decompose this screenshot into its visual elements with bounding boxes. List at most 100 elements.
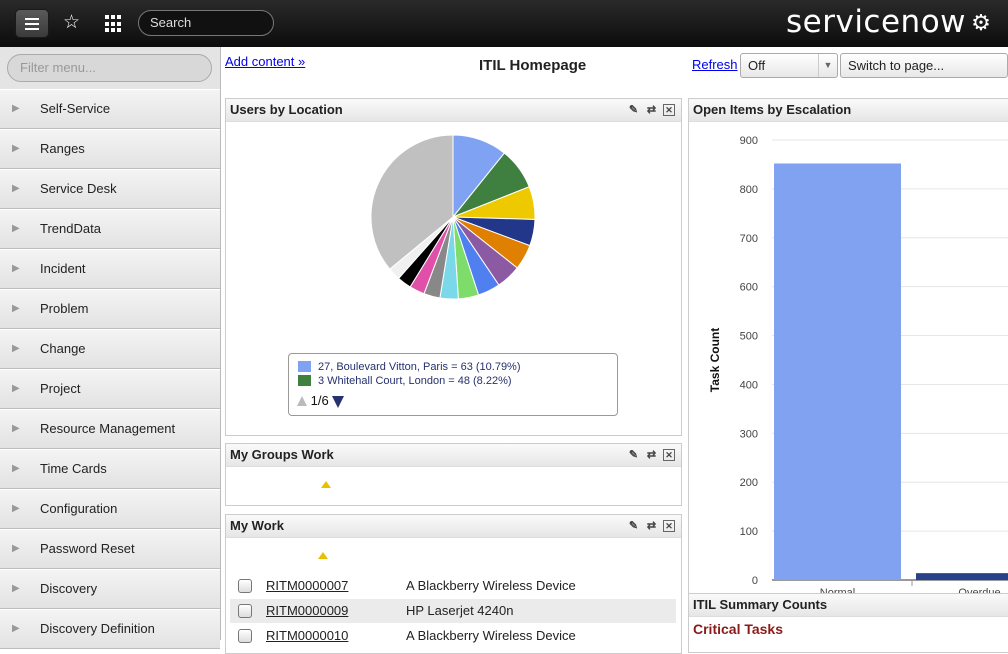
- sidebar-item-discovery[interactable]: ▶ Discovery: [0, 569, 220, 609]
- close-icon[interactable]: ✕: [663, 449, 675, 461]
- y-tick-label: 900: [740, 135, 758, 147]
- y-tick-label: 700: [740, 233, 758, 245]
- sidebar-item-discovery-definition[interactable]: ▶ Discovery Definition: [0, 609, 220, 649]
- panel-title: Open Items by Escalation: [693, 102, 852, 117]
- edit-icon[interactable]: ✎: [627, 99, 640, 121]
- table-row[interactable]: RITM0000009 HP Laserjet 4240n: [230, 599, 676, 623]
- expand-arrow-icon: ▶: [12, 343, 20, 354]
- sidebar-item-label: Problem: [40, 301, 89, 316]
- sidebar-item-label: Resource Management: [40, 421, 176, 436]
- refresh-icon[interactable]: ⇄: [645, 515, 658, 537]
- sidebar-item-label: Discovery: [40, 581, 98, 596]
- sidebar-item-trenddata[interactable]: ▶ TrendData: [0, 209, 220, 249]
- y-tick-label: 0: [752, 575, 758, 587]
- sidebar-item-label: Discovery Definition: [40, 621, 155, 636]
- page-title: ITIL Homepage: [479, 57, 587, 74]
- record-description: A Blackberry Wireless Device: [406, 578, 576, 593]
- gear-icon[interactable]: ⚙: [970, 12, 992, 34]
- refresh-icon[interactable]: ⇄: [645, 99, 658, 121]
- sidebar-item-change[interactable]: ▶ Change: [0, 329, 220, 369]
- panel-title: Users by Location: [230, 102, 343, 117]
- table-row[interactable]: RITM0000007 A Blackberry Wireless Device: [230, 574, 676, 598]
- refresh-select[interactable]: Off ▼: [740, 53, 838, 78]
- apps-grid-icon[interactable]: [105, 15, 123, 33]
- expand-arrow-icon: ▶: [12, 503, 20, 514]
- sidebar-item-label: Password Reset: [40, 541, 135, 556]
- y-tick-label: 100: [740, 526, 758, 538]
- page-down-icon[interactable]: [331, 396, 344, 408]
- sidebar-item-self-service[interactable]: ▶ Self-Service: [0, 89, 220, 129]
- expand-arrow-icon: ▶: [12, 583, 20, 594]
- panel-title: My Work: [230, 518, 284, 533]
- expand-arrow-icon: ▶: [12, 263, 20, 274]
- table-row[interactable]: RITM0000010 A Blackberry Wireless Device: [230, 624, 676, 648]
- record-link[interactable]: RITM0000010: [266, 624, 348, 648]
- panel-header: Open Items by Escalation: [689, 99, 1008, 122]
- expand-arrow-icon: ▶: [12, 183, 20, 194]
- legend-item: 27, Boulevard Vitton, Paris = 63 (10.79%…: [298, 360, 521, 374]
- sidebar-item-label: Incident: [40, 261, 86, 276]
- sidebar-item-label: Change: [40, 341, 86, 356]
- switch-page-value: Switch to page...: [848, 58, 945, 73]
- sidebar-item-password-reset[interactable]: ▶ Password Reset: [0, 529, 220, 569]
- page-up-icon[interactable]: [297, 396, 307, 406]
- panel-title: ITIL Summary Counts: [693, 597, 828, 612]
- legend-item: 3 Whitehall Court, London = 48 (8.22%): [298, 374, 512, 388]
- sidebar-item-configuration[interactable]: ▶ Configuration: [0, 489, 220, 529]
- top-bar: ☆ Search servicenow ⚙: [0, 0, 1008, 47]
- sidebar-item-problem[interactable]: ▶ Problem: [0, 289, 220, 329]
- expand-arrow-icon: ▶: [12, 303, 20, 314]
- record-link[interactable]: RITM0000009: [266, 599, 348, 623]
- record-link[interactable]: RITM0000007: [266, 574, 348, 598]
- refresh-link[interactable]: Refresh: [692, 57, 738, 72]
- bar[interactable]: [916, 573, 1008, 580]
- expand-arrow-icon: ▶: [12, 383, 20, 394]
- warning-icon: [318, 552, 328, 559]
- open-items-panel: Open Items by Escalation 0 100 200 300 400 50…: [688, 98, 1008, 634]
- row-checkbox[interactable]: [238, 579, 252, 593]
- bar-chart: 0100200300400500600700800900NormalOverdu…: [708, 135, 1008, 599]
- my-work-panel: My Work ✎ ⇄ ✕ RITM0000007 A Blackberry Wire…: [225, 514, 682, 654]
- search-input[interactable]: Search: [138, 10, 274, 36]
- sidebar-item-label: Configuration: [40, 501, 118, 516]
- y-tick-label: 600: [740, 282, 758, 294]
- edit-icon[interactable]: ✎: [627, 515, 640, 537]
- star-icon[interactable]: ☆: [63, 12, 80, 34]
- critical-tasks-heading: Critical Tasks: [693, 621, 784, 637]
- filter-menu-input[interactable]: Filter menu...: [7, 54, 212, 82]
- menu-toggle-button[interactable]: [15, 9, 49, 38]
- refresh-select-value: Off: [748, 58, 766, 73]
- sidebar-item-time-cards[interactable]: ▶ Time Cards: [0, 449, 220, 489]
- close-icon[interactable]: ✕: [663, 520, 675, 532]
- chart-legend: 27, Boulevard Vitton, Paris = 63 (10.79%…: [288, 353, 618, 416]
- row-checkbox[interactable]: [238, 629, 252, 643]
- expand-arrow-icon: ▶: [12, 543, 20, 554]
- edit-icon[interactable]: ✎: [627, 444, 640, 466]
- pie-chart: [370, 134, 536, 300]
- close-icon[interactable]: ✕: [663, 104, 675, 116]
- sidebar-item-label: Project: [40, 381, 81, 396]
- panel-header: My Work ✎ ⇄ ✕: [226, 515, 681, 538]
- panel-title: My Groups Work: [230, 447, 334, 462]
- sidebar-nav: ▶ Self-Service ▶ Ranges ▶ Service Desk ▶ TrendD…: [0, 89, 220, 649]
- y-tick-label: 300: [740, 428, 758, 440]
- sidebar-item-label: Self-Service: [40, 101, 111, 116]
- switch-page-select[interactable]: Switch to page...: [840, 53, 1008, 78]
- sidebar-item-project[interactable]: ▶ Project: [0, 369, 220, 409]
- sidebar-item-label: Ranges: [40, 141, 85, 156]
- refresh-icon[interactable]: ⇄: [645, 444, 658, 466]
- sidebar-item-resource-management[interactable]: ▶ Resource Management: [0, 409, 220, 449]
- row-checkbox[interactable]: [238, 604, 252, 618]
- chevron-down-icon: ▼: [818, 54, 837, 77]
- add-content-link[interactable]: Add content »: [225, 54, 305, 69]
- legend-pager: 1/6: [297, 393, 344, 408]
- expand-arrow-icon: ▶: [12, 223, 20, 234]
- y-axis-label: Task Count: [708, 328, 722, 392]
- sidebar-item-service-desk[interactable]: ▶ Service Desk: [0, 169, 220, 209]
- bar[interactable]: [774, 163, 901, 580]
- sidebar-item-incident[interactable]: ▶ Incident: [0, 249, 220, 289]
- sidebar-item-ranges[interactable]: ▶ Ranges: [0, 129, 220, 169]
- sidebar-item-label: Time Cards: [40, 461, 107, 476]
- panel-header: ITIL Summary Counts: [689, 594, 1008, 617]
- y-tick-label: 200: [740, 477, 758, 489]
